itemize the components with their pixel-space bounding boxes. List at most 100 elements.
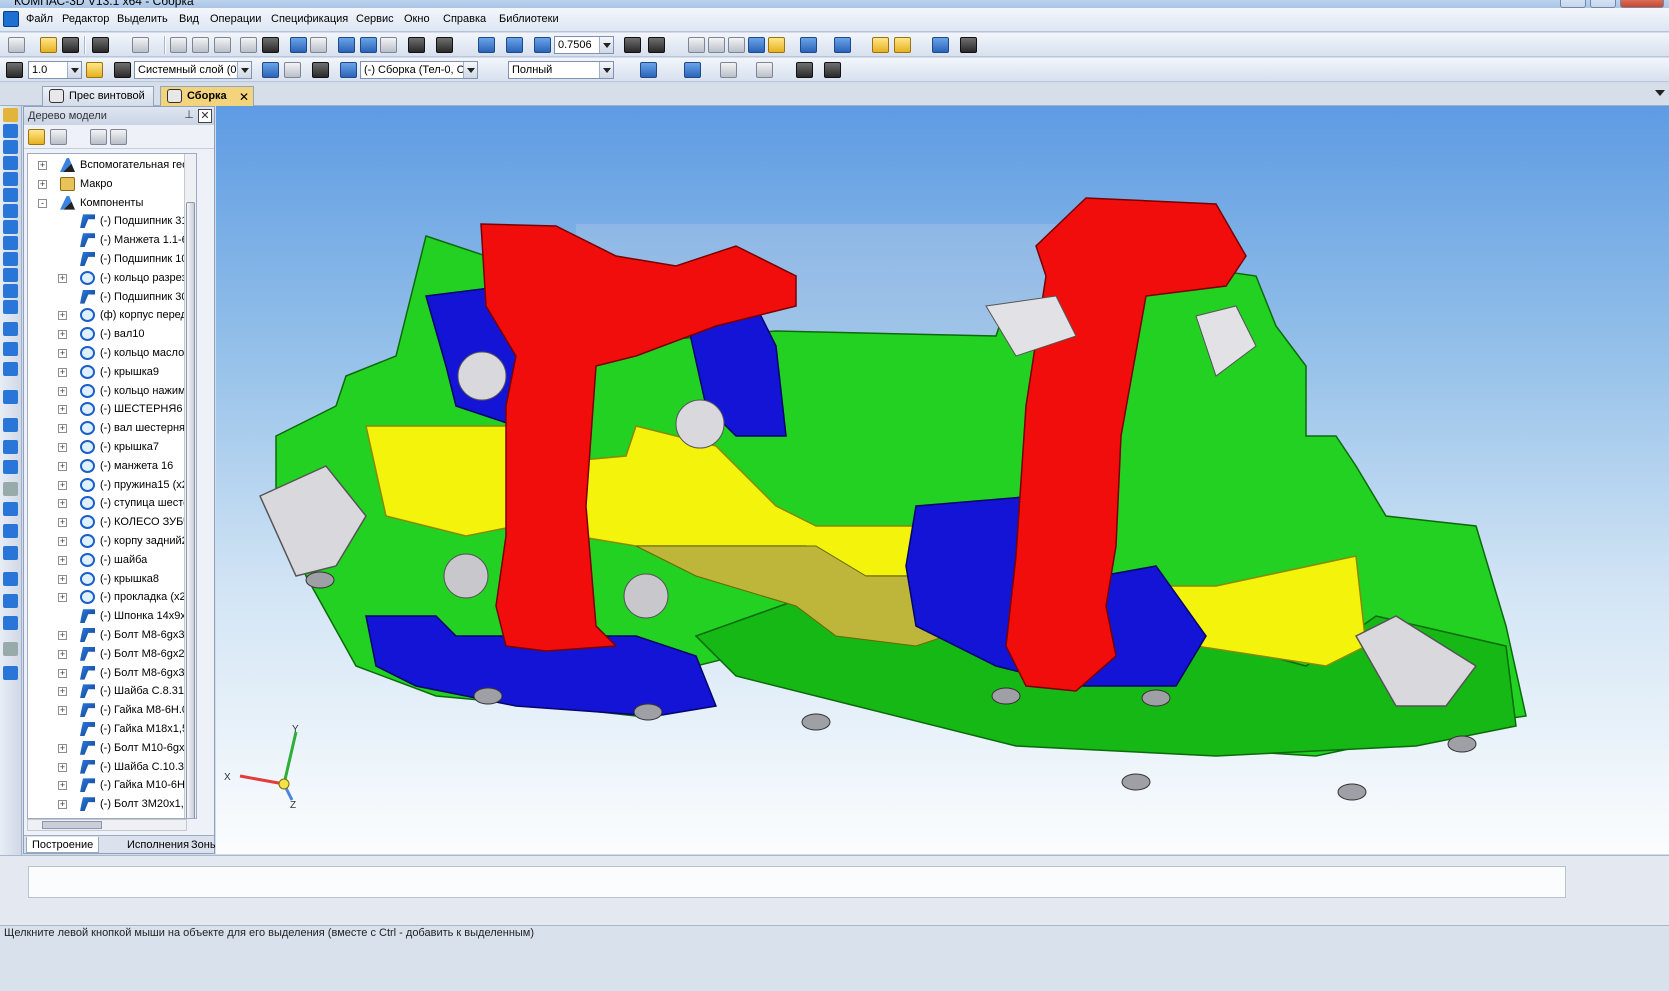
zoom-window-icon[interactable] (478, 37, 495, 53)
filter-icon[interactable] (800, 37, 817, 53)
new-document-icon[interactable] (8, 37, 25, 53)
tree-item[interactable]: + (-) Болт M10-6gx4 (28, 739, 196, 758)
expand-icon[interactable]: + (58, 537, 67, 546)
tree-item[interactable]: + (-) Шайба С.8.31 Г (28, 682, 196, 701)
expand-icon[interactable]: + (58, 480, 67, 490)
expand-icon[interactable]: + (58, 743, 67, 753)
display-mode-select[interactable]: Полный (508, 61, 614, 79)
move-icon[interactable] (3, 616, 18, 630)
tab-versions[interactable]: Исполнения (122, 837, 194, 853)
chamfer-icon[interactable] (3, 460, 18, 474)
tree-item[interactable]: + (-) КОЛЕСО ЗУБЧА (28, 513, 196, 532)
variables-icon[interactable] (360, 37, 377, 53)
tab-list-icon[interactable] (1655, 90, 1665, 101)
measure-icon[interactable] (3, 220, 18, 234)
tree-item[interactable]: + (-) крышка8 (28, 570, 196, 589)
properties-icon[interactable] (240, 37, 257, 53)
tab-build[interactable]: Построение (26, 837, 100, 853)
menu-window[interactable]: Окно (404, 13, 430, 25)
curves-icon[interactable] (3, 140, 18, 154)
expand-icon[interactable]: + (58, 781, 67, 791)
tree-item[interactable]: (-) Манжета 1.1-60 (28, 231, 196, 250)
fillet-icon[interactable] (3, 440, 18, 454)
split-icon[interactable] (3, 546, 18, 560)
library-manager-icon[interactable] (408, 37, 425, 53)
thread-icon[interactable] (3, 572, 18, 586)
show-icon[interactable] (834, 37, 851, 53)
scroll-thumb[interactable] (186, 202, 195, 818)
rib-icon[interactable] (3, 482, 18, 496)
expand-icon[interactable]: + (38, 179, 47, 189)
chevron-down-icon[interactable] (463, 62, 477, 78)
close-window-button[interactable] (1620, 0, 1664, 8)
expand-icon[interactable]: + (58, 668, 67, 678)
list-icon[interactable] (262, 37, 279, 53)
local-cs-icon[interactable] (262, 62, 279, 78)
tree-item[interactable]: (-) Шпонка 14x9x4 (28, 607, 196, 626)
open-folder-icon[interactable] (40, 37, 57, 53)
tree-item[interactable]: + (-) пружина15 (x2) (28, 476, 196, 495)
solid-icon[interactable] (3, 124, 18, 138)
copy-component-icon[interactable] (720, 62, 737, 78)
fx-icon[interactable] (380, 37, 397, 53)
thin-lines-icon[interactable] (728, 37, 745, 53)
tree-item[interactable]: + (-) Болт 3M20x1,5- (28, 795, 196, 814)
expand-icon[interactable]: + (58, 499, 67, 509)
close-icon[interactable]: ✕ (198, 109, 212, 123)
expand-icon[interactable]: + (58, 443, 67, 452)
copy-icon[interactable] (3, 594, 18, 608)
tree-item[interactable]: + (-) ШЕСТЕРНЯ6 (28, 400, 196, 419)
chevron-down-icon[interactable] (599, 62, 613, 78)
expand-icon[interactable]: + (58, 631, 67, 640)
insert-component-icon[interactable] (3, 342, 18, 356)
menu-file[interactable]: Файл (26, 13, 53, 25)
pin-icon[interactable]: ⊥ (182, 109, 196, 123)
rotate-icon[interactable] (624, 37, 641, 53)
wireframe-icon[interactable] (688, 37, 705, 53)
tree-item[interactable]: + (-) Гайка M10-6H (28, 776, 196, 795)
tree-item[interactable]: + (-) вал шестерня5 (28, 419, 196, 438)
section-icon[interactable] (872, 37, 889, 53)
dimension-icon[interactable] (824, 62, 841, 78)
zoom-icon[interactable] (534, 37, 551, 53)
expand-icon[interactable]: + (58, 424, 67, 434)
menu-help[interactable]: Справка (443, 13, 486, 25)
edit-assembly-icon[interactable] (3, 108, 18, 122)
menu-select[interactable]: Выделить (117, 13, 168, 25)
gear-icon[interactable] (3, 666, 18, 680)
tree-vertical-scrollbar[interactable] (184, 154, 196, 818)
snap-icon[interactable] (86, 62, 103, 78)
redo-icon[interactable] (310, 37, 327, 53)
expand-icon[interactable]: + (58, 574, 67, 584)
surface-icon[interactable] (3, 156, 18, 170)
axes-icon[interactable] (312, 62, 329, 78)
shaded-edges-icon[interactable] (768, 37, 785, 53)
shaded-icon[interactable] (748, 37, 765, 53)
property-field[interactable] (28, 866, 1566, 898)
component-icon[interactable] (340, 62, 357, 78)
print-preview-icon[interactable] (132, 37, 149, 53)
save-icon[interactable] (62, 37, 79, 53)
expand-icon[interactable]: + (58, 386, 67, 396)
expand-icon[interactable]: + (58, 800, 67, 810)
collision-icon[interactable] (796, 62, 813, 78)
tree-item[interactable]: (-) Подшипник 30 (28, 288, 196, 307)
close-icon[interactable]: ✕ (239, 90, 249, 104)
expand-icon[interactable]: + (58, 405, 67, 415)
sheet-metal-icon[interactable] (3, 322, 18, 336)
move-component-icon[interactable] (684, 62, 701, 78)
app-icon[interactable] (3, 11, 19, 27)
tree-item[interactable]: + (-) корпу задний2 (28, 532, 196, 551)
aux-geometry-icon[interactable] (3, 188, 18, 202)
chevron-down-icon[interactable] (237, 62, 251, 78)
tree-item[interactable]: - Компоненты (28, 194, 196, 213)
menu-libraries[interactable]: Библиотеки (499, 13, 559, 25)
orient-icon[interactable] (284, 62, 301, 78)
tree-item[interactable]: + (-) кольцо маслос (28, 344, 196, 363)
print-icon[interactable] (92, 37, 109, 53)
zoom-all-icon[interactable] (506, 37, 523, 53)
pipe-icon[interactable] (3, 204, 18, 218)
model-viewport[interactable]: Y X Z (216, 106, 1669, 854)
section-icon[interactable] (3, 524, 18, 538)
expand-icon[interactable]: + (58, 311, 67, 321)
